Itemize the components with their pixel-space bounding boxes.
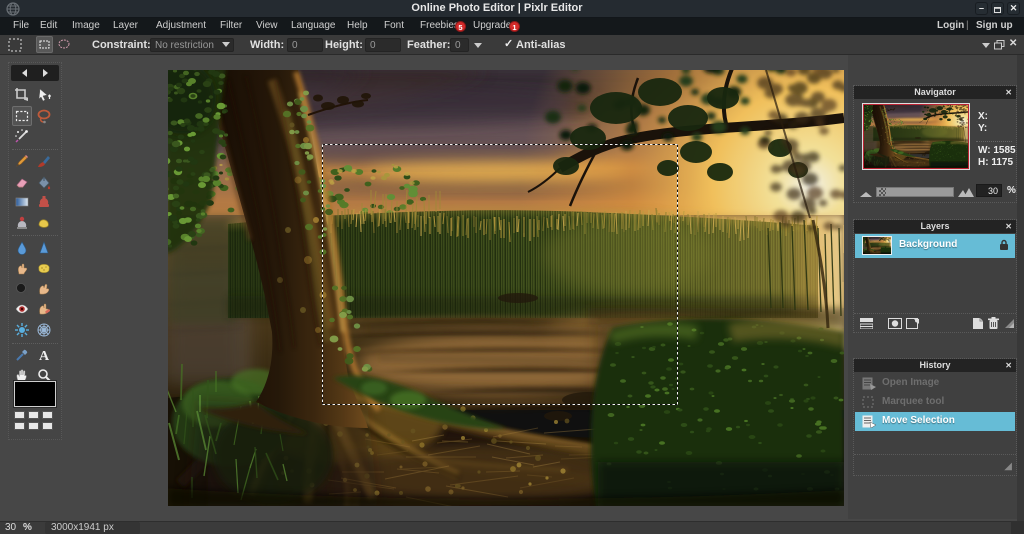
svg-text:A: A (39, 349, 50, 363)
